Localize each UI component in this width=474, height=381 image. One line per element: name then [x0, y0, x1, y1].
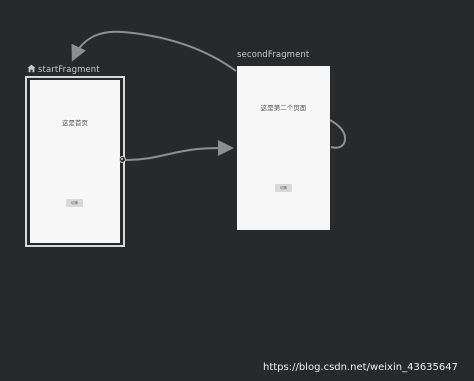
self-loop-arrow[interactable]	[329, 119, 347, 149]
second-fragment-preview[interactable]: 这是第二个页面 切换	[237, 66, 330, 230]
start-fragment-switch-button[interactable]: 切换	[66, 199, 83, 207]
start-fragment-title: 这是首页	[62, 119, 88, 127]
action-handle[interactable]	[119, 156, 126, 163]
start-fragment-label-text: startFragment	[38, 65, 100, 75]
navigation-graph-canvas[interactable]: startFragment 这是首页 切换 secondFragment 这是第…	[0, 0, 474, 381]
watermark-url: https://blog.csdn.net/weixin_43635647	[262, 362, 458, 373]
second-fragment-title: 这是第二个页面	[260, 104, 307, 112]
start-fragment-preview[interactable]: 这是首页 切换	[30, 80, 120, 243]
action-to-second-fragment-arrow[interactable]	[125, 140, 234, 161]
second-destination-label[interactable]: secondFragment	[237, 50, 309, 60]
home-icon	[27, 64, 36, 73]
start-destination-label[interactable]: startFragment	[27, 64, 100, 75]
second-fragment-switch-button[interactable]: 切换	[275, 184, 292, 192]
